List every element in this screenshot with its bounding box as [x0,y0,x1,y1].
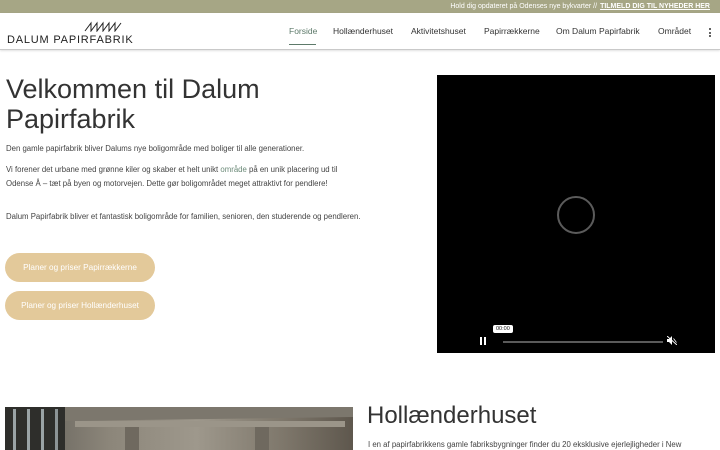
intro-paragraph-2: Vi forener det urbane med grønne kiler o… [6,163,361,190]
kebab-menu-icon[interactable] [709,28,712,38]
page-title: Velkommen til Dalum Papirfabrik [6,74,260,134]
interior-photo-shapes [5,407,353,450]
active-nav-indicator [289,44,316,45]
nav-item-aktivitetshuset[interactable]: Aktivitetshuset [411,26,466,36]
video-time-tooltip: 00:00 [493,325,513,333]
loading-spinner [557,196,595,234]
intro-paragraph-1: Den gamle papirfabrik bliver Dalums nye … [6,144,305,153]
newsletter-signup-link[interactable]: TILMELD DIG TIL NYHEDER HER [600,3,710,10]
nav-item-om-dalum-papirfabrik[interactable]: Om Dalum Papirfabrik [556,26,640,36]
video-player[interactable]: 00:00 [437,75,715,353]
intro-paragraph-3: Dalum Papirfabrik bliver et fantastisk b… [6,212,361,221]
omraade-link[interactable]: område [220,165,246,174]
site-header: DALUM PAPIRFABRIK Forside Hollænderhuset… [0,13,720,50]
section-title: Hollænderhuset [367,402,537,429]
nav-item-omraadet[interactable]: Området [658,26,691,36]
announcement-text: Hold dig opdateret på Odenses nye bykvar… [450,3,598,10]
papirraekkerne-plans-button[interactable]: Planer og priser Papirrækkerne [5,253,155,282]
hollaenderhuset-photo [5,407,353,450]
intro-paragraph-2-text-a: Vi forener det urbane med grønne kiler o… [6,165,221,174]
mute-icon[interactable] [667,336,677,345]
nav-item-hollaenderhuset[interactable]: Hollænderhuset [333,26,393,36]
section-text: I en af papirfabrikkens gamle fabriksbyg… [368,440,682,449]
pause-icon[interactable] [480,337,487,345]
hollaenderhuset-plans-button[interactable]: Planer og priser Hollænderhuset [5,291,155,320]
video-progress-bar[interactable] [503,341,663,343]
announcement-bar: Hold dig opdateret på Odenses nye bykvar… [0,0,720,13]
main-nav: Forside Hollænderhuset Aktivitetshuset P… [0,13,720,50]
nav-item-papirraekkerne[interactable]: Papirrækkerne [484,26,540,36]
nav-item-forside[interactable]: Forside [289,26,317,36]
